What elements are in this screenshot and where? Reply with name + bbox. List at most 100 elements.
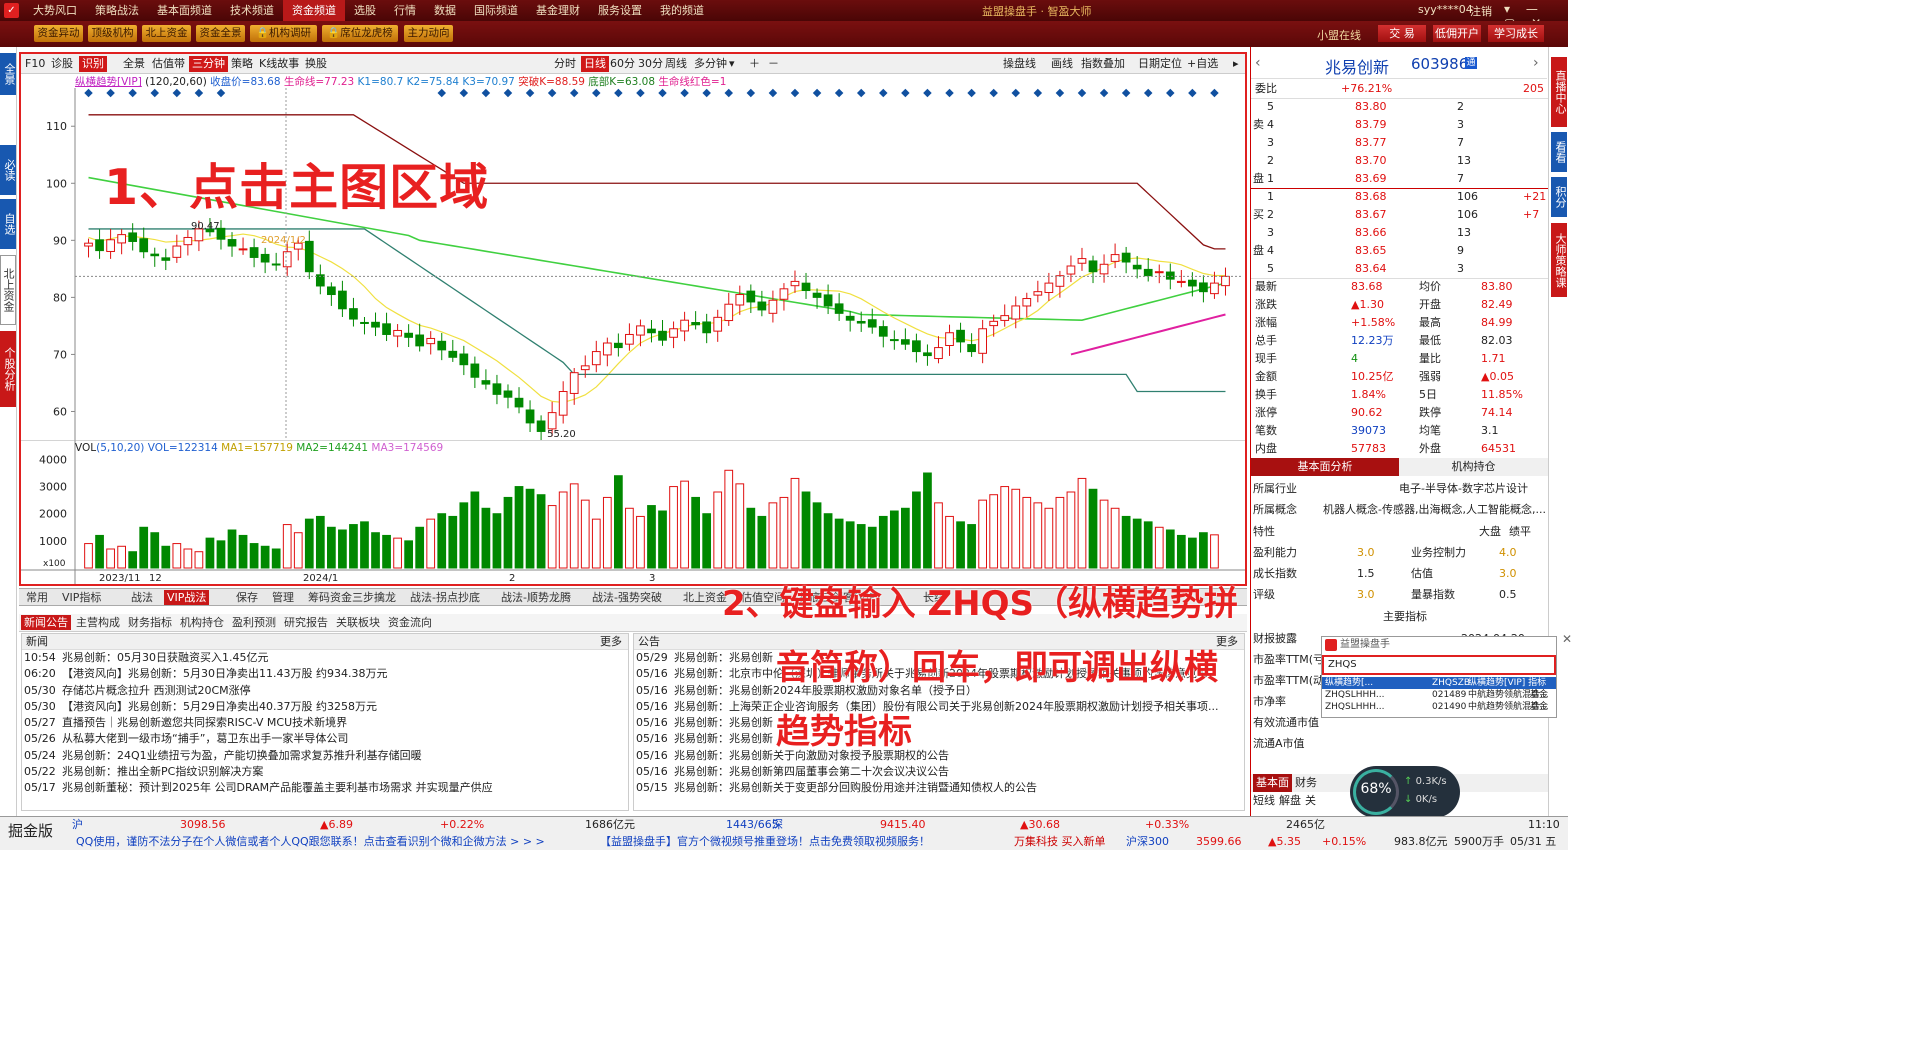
- indicator-name[interactable]: 纵横趋势[VIP]: [75, 76, 142, 88]
- list-item[interactable]: 05/26 从私募大佬到一级市场“捕手”，葛卫东出手一家半导体公司: [22, 731, 628, 747]
- institution-research-button[interactable]: 🔒机构调研: [250, 25, 317, 42]
- info-tab[interactable]: 关联板块: [333, 615, 383, 630]
- ticker-text[interactable]: QQ使用，谨防不法分子在个人微信或者个人QQ跟您联系！点击查看识别个微和企微方法…: [76, 834, 545, 850]
- menu-item[interactable]: 国际频道: [465, 0, 527, 21]
- keyboard-wizard-popup[interactable]: 益盟操盘手 ✕ ZHQS 纵横趋势[... ZHQSZB 纵横趋势[VIP] 指标 Z…: [1321, 632, 1572, 718]
- tab-fundamentals[interactable]: 基本面分析: [1251, 458, 1399, 476]
- list-item[interactable]: 05/15 兆易创新：兆易创新关于变更部分回购股份用途并注销暨通知债权人的公告: [634, 780, 1244, 796]
- info-tab[interactable]: 盈利预测: [229, 615, 279, 630]
- menu-item[interactable]: 选股: [345, 0, 385, 21]
- menu-item[interactable]: 资金频道: [283, 0, 345, 21]
- menu-item[interactable]: 基本面频道: [148, 0, 221, 21]
- tool-identify[interactable]: 识别: [79, 56, 107, 72]
- popup-search-input[interactable]: ZHQS: [1322, 655, 1556, 675]
- indicator-tab[interactable]: 战法-顺势龙腾: [498, 590, 574, 605]
- info-tab[interactable]: 研究报告: [281, 615, 331, 630]
- left-tab-must-read[interactable]: 必读: [0, 145, 16, 195]
- volume-chart[interactable]: 1000 2000 3000 4000 x100 2023/11 12 2024/1 2 3: [21, 440, 1245, 584]
- tab-institution[interactable]: 机构持仓: [1399, 458, 1548, 476]
- indicator-tab[interactable]: 战法-拐点抄底: [407, 590, 483, 605]
- list-item[interactable]: 05/16 兆易创新：兆易创新第四届董事会第二十次会议决议公告: [634, 764, 1244, 780]
- tool-draw[interactable]: 画线: [1051, 56, 1073, 72]
- user-name[interactable]: syy****04: [1418, 3, 1473, 16]
- indicator-tab[interactable]: VIP指标: [59, 590, 104, 605]
- hs300-index[interactable]: 3599.66: [1196, 834, 1242, 850]
- right-tab-live[interactable]: 直播中心: [1551, 57, 1567, 127]
- info-tab[interactable]: 主营构成: [73, 615, 123, 630]
- sh-index[interactable]: 3098.56: [180, 817, 226, 833]
- indicator-tab[interactable]: 保存: [233, 590, 261, 605]
- info-tab[interactable]: 财务指标: [125, 615, 175, 630]
- popup-close-icon[interactable]: ✕: [1562, 631, 1572, 647]
- list-item[interactable]: 05/22 兆易创新：推出全新PC指纹识别解决方案: [22, 764, 628, 780]
- chevron-right-icon[interactable]: ›: [1533, 55, 1539, 71]
- list-item[interactable]: 05/30 存储芯片概念拉升 西测测试20CM涨停: [22, 683, 628, 699]
- right-tab-watch[interactable]: 看看: [1551, 132, 1567, 172]
- indicator-tab[interactable]: 筹码资金三步擒龙: [305, 590, 399, 605]
- list-item[interactable]: 05/16 兆易创新：上海荣正企业咨询服务（集团）股份有限公司关于兆易创新2024…: [634, 699, 1244, 715]
- zoom-in-icon[interactable]: ＋: [749, 56, 760, 72]
- tool-kline-story[interactable]: K线故事: [259, 56, 299, 72]
- tool-trade-line[interactable]: 操盘线: [1003, 56, 1036, 72]
- list-item[interactable]: 05/27 直播预告｜兆易创新邀您共同探索RISC-V MCU技术新境界: [22, 715, 628, 731]
- popup-result-row[interactable]: ZHQSLHHH... 021489 中航趋势领航混合... 基金: [1322, 689, 1556, 701]
- indicator-tab[interactable]: 战法-强势突破: [589, 590, 665, 605]
- indicator-tab[interactable]: 战法: [128, 590, 156, 605]
- period-daily[interactable]: 日线: [581, 56, 609, 72]
- news-ticker-2[interactable]: 万集科技 买入新单: [1014, 834, 1106, 850]
- indicator-legend[interactable]: 纵横趋势[VIP] (120,20,60) 收盘价=83.68 生命线=77.2…: [75, 74, 726, 88]
- period-30min[interactable]: 30分: [638, 56, 663, 72]
- main-force-button[interactable]: 主力动向: [404, 25, 453, 42]
- right-tab-master[interactable]: 大师策略课: [1551, 223, 1567, 297]
- menu-item[interactable]: 大势风口: [24, 0, 86, 21]
- tool-index-overlay[interactable]: 指数叠加: [1081, 56, 1125, 72]
- zoom-out-icon[interactable]: －: [768, 56, 779, 72]
- tool-valuation[interactable]: 估值带: [152, 56, 185, 72]
- fund-anomaly-button[interactable]: 资金异动: [34, 25, 83, 42]
- tool-three-min[interactable]: 三分钟: [189, 56, 228, 72]
- left-tab-panorama[interactable]: 全景: [0, 53, 16, 95]
- trade-button[interactable]: 交 易: [1378, 25, 1426, 42]
- list-item[interactable]: 05/16 兆易创新：兆易创新关于向激励对象授予股票期权的公告: [634, 748, 1244, 764]
- chevron-left-icon[interactable]: ‹: [1255, 55, 1261, 71]
- left-tab-watchlist[interactable]: 自选: [0, 199, 16, 249]
- list-item[interactable]: 05/17 兆易创新董秘：预计到2025年 公司DRAM产品能覆盖主要利基市场需求…: [22, 780, 628, 796]
- tool-diagnose[interactable]: 诊股: [51, 56, 73, 72]
- learning-button[interactable]: 学习成长: [1488, 25, 1544, 42]
- menu-item[interactable]: 策略战法: [86, 0, 148, 21]
- indicator-tab[interactable]: 常用: [23, 590, 51, 605]
- info-tab[interactable]: 机构持仓: [177, 615, 227, 630]
- vol-name[interactable]: VOL: [75, 442, 96, 454]
- top-institution-button[interactable]: 顶级机构: [88, 25, 137, 42]
- indicator-tab[interactable]: 管理: [269, 590, 297, 605]
- list-item[interactable]: 06:20 【港资风向】兆易创新：5月30日净卖出11.43万股 约934.38万…: [22, 666, 628, 682]
- list-item[interactable]: 10:54 兆易创新：05月30日获融资买入1.45亿元: [22, 650, 628, 666]
- left-tab-stock-analysis[interactable]: 个股分析: [0, 331, 16, 407]
- info-tab[interactable]: 资金流向: [385, 615, 435, 630]
- popup-result-row[interactable]: 纵横趋势[... ZHQSZB 纵横趋势[VIP] 指标: [1322, 677, 1556, 689]
- chevron-down-icon[interactable]: ▾: [729, 56, 735, 72]
- fund-panorama-button[interactable]: 资金全景: [196, 25, 245, 42]
- list-item[interactable]: 05/16 兆易创新：兆易创新: [634, 715, 1244, 731]
- list-item[interactable]: 05/24 兆易创新：24Q1业绩扭亏为盈，产能切换叠加需求复苏推升利基存储回暖: [22, 748, 628, 764]
- info-tab[interactable]: 新闻公告: [21, 615, 71, 630]
- menu-item[interactable]: 技术频道: [221, 0, 283, 21]
- menu-item[interactable]: 我的频道: [651, 0, 713, 21]
- popup-result-row[interactable]: ZHQSLHHH... 021490 中航趋势领航混合... 基金: [1322, 701, 1556, 713]
- list-item[interactable]: 05/16 兆易创新：兆易创新: [634, 731, 1244, 747]
- menu-item[interactable]: 基金理财: [527, 0, 589, 21]
- sz-index[interactable]: 9415.40: [880, 817, 926, 833]
- tool-switch[interactable]: 换股: [305, 56, 327, 72]
- tool-f10[interactable]: F10: [25, 56, 45, 72]
- left-tab-north-fund[interactable]: 北上资金: [0, 255, 16, 325]
- period-60min[interactable]: 60分: [610, 56, 635, 72]
- online-label[interactable]: 小盟在线: [1317, 27, 1361, 43]
- north-fund-button[interactable]: 北上资金: [142, 25, 191, 42]
- indicator-tab[interactable]: VIP战法: [164, 590, 210, 605]
- low-commission-button[interactable]: 低佣开户: [1433, 25, 1481, 42]
- price-chart[interactable]: 60 70 80 90 100 110 90.47 55.20 2024/1/2: [21, 88, 1245, 440]
- tool-panorama[interactable]: 全景: [123, 56, 145, 72]
- right-tab-points[interactable]: 积分: [1551, 177, 1567, 217]
- period-timeshare[interactable]: 分时: [554, 56, 576, 72]
- menu-item[interactable]: 行情: [385, 0, 425, 21]
